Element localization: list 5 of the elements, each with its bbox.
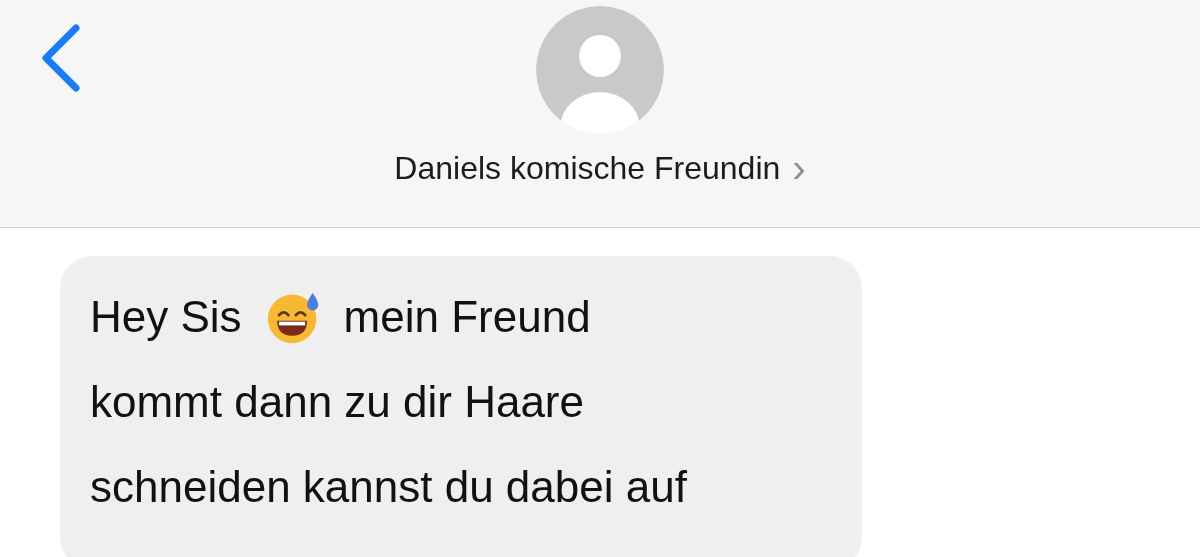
message-text: Hey Sis bbox=[90, 291, 242, 343]
message-text: kommt dann zu dir Haare bbox=[90, 376, 584, 428]
message-text: mein Freund bbox=[343, 291, 591, 343]
message-text: schneiden kannst du dabei auf bbox=[90, 461, 687, 513]
contact-name[interactable]: Daniels komische Freundin bbox=[394, 149, 781, 187]
